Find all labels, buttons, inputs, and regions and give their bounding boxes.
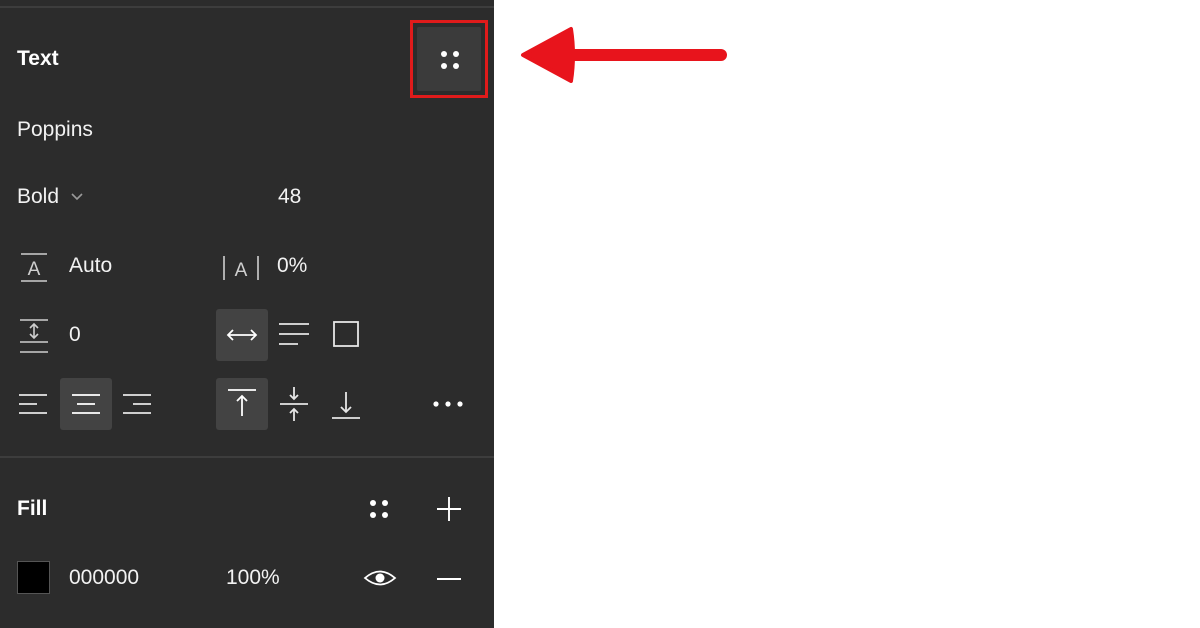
align-top-icon xyxy=(228,389,256,416)
align-bottom-icon[interactable] xyxy=(330,388,362,422)
align-left-icon[interactable] xyxy=(17,390,51,418)
align-center-button[interactable] xyxy=(60,378,112,430)
section-divider xyxy=(0,456,494,458)
style-grid-icon xyxy=(441,51,459,69)
more-options-icon[interactable] xyxy=(430,394,470,414)
add-fill-icon[interactable] xyxy=(432,492,466,526)
align-center-icon xyxy=(72,394,100,414)
fill-style-grid-icon[interactable] xyxy=(362,492,396,526)
fill-section-title: Fill xyxy=(17,497,48,520)
letter-spacing-icon: A xyxy=(223,256,259,281)
align-top-button[interactable] xyxy=(216,378,268,430)
fill-hex-input[interactable]: 000000 xyxy=(69,566,139,590)
remove-fill-icon[interactable] xyxy=(432,562,466,596)
design-properties-panel: Text Poppins Bold 48 A Auto A 0% 0 Fill … xyxy=(0,0,494,628)
font-weight-dropdown[interactable]: Bold xyxy=(17,185,85,209)
fill-color-swatch[interactable] xyxy=(17,561,50,594)
annotation-arrow-icon xyxy=(521,27,727,83)
auto-height-icon[interactable] xyxy=(276,320,312,350)
text-styles-button[interactable] xyxy=(417,27,481,91)
auto-width-button[interactable] xyxy=(216,309,268,361)
svg-text:A: A xyxy=(28,259,41,280)
align-right-icon[interactable] xyxy=(121,390,155,418)
fixed-size-icon[interactable] xyxy=(330,318,362,350)
line-height-input[interactable]: Auto xyxy=(69,254,112,278)
chevron-down-icon xyxy=(71,193,83,201)
panel-top-divider xyxy=(0,6,494,8)
text-section-title: Text xyxy=(17,47,59,70)
font-weight-label: Bold xyxy=(17,185,60,208)
line-height-icon: A xyxy=(21,253,47,282)
horizontal-resize-icon xyxy=(226,329,258,341)
font-family-dropdown[interactable]: Poppins xyxy=(17,118,93,142)
font-size-input[interactable]: 48 xyxy=(278,185,301,209)
eye-icon[interactable] xyxy=(362,564,398,592)
paragraph-spacing-input[interactable]: 0 xyxy=(69,323,81,347)
fill-opacity-input[interactable]: 100% xyxy=(226,566,280,590)
text-styles-highlight[interactable] xyxy=(410,20,488,98)
align-middle-icon[interactable] xyxy=(278,384,310,424)
svg-text:A: A xyxy=(235,260,248,281)
paragraph-spacing-icon xyxy=(20,319,48,353)
letter-spacing-input[interactable]: 0% xyxy=(277,254,307,278)
